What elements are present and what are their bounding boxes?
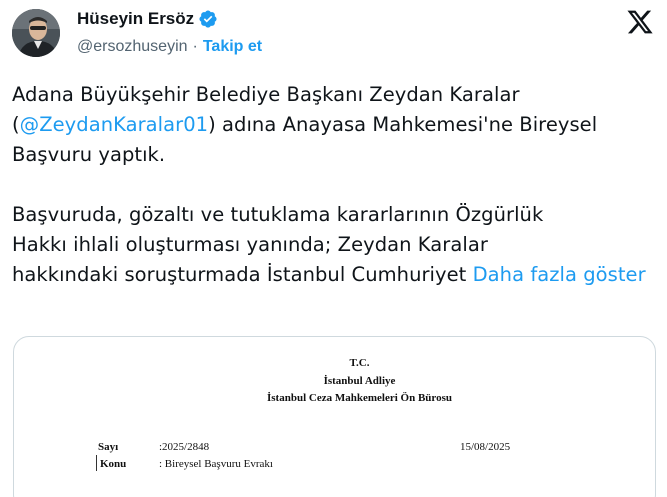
tweet-line: ) adına Anayasa Mahkemesi'ne Bireysel (208, 113, 598, 136)
tweet-line: Başvuruda, gözaltı ve tutuklama kararlar… (12, 203, 544, 226)
verified-badge-icon (199, 10, 217, 28)
avatar-photo (12, 9, 60, 57)
tweet-line: hakkındaki soruşturmada İstanbul Cumhuri… (12, 263, 473, 286)
author-handle[interactable]: @ersozhuseyin (77, 38, 188, 56)
tweet-line: Adana Büyükşehir Belediye Başkanı Zeydan… (12, 83, 520, 106)
doc-header-adliye: İstanbul Adliye (323, 375, 396, 387)
show-more-link[interactable]: Daha fazla göster (473, 263, 646, 286)
doc-sayi-label: Sayı (98, 441, 119, 453)
tweet-line: Başvuru yaptık. (12, 143, 166, 166)
mention-link[interactable]: @ZeydanKaralar01 (20, 113, 208, 136)
separator-dot: · (192, 38, 198, 55)
tweet-line: Hakkı ihlali oluşturması yanında; Zeydan… (12, 233, 488, 256)
avatar[interactable] (12, 9, 60, 57)
doc-konu-label: Konu (100, 458, 127, 470)
doc-sayi-value: :2025/2848 (159, 441, 210, 453)
follow-button[interactable]: Takip et (203, 38, 262, 56)
attached-image[interactable]: T.C. İstanbul Adliye İstanbul Ceza Mahke… (13, 336, 656, 497)
doc-margin-line (96, 455, 97, 471)
doc-header-tc: T.C. (349, 357, 370, 369)
author-name[interactable]: Hüseyin Ersöz (77, 9, 194, 29)
doc-header-buro: İstanbul Ceza Mahkemeleri Ön Bürosu (267, 392, 452, 404)
tweet-text: Adana Büyükşehir Belediye Başkanı Zeydan… (12, 80, 652, 290)
x-logo-icon[interactable] (624, 8, 656, 36)
tweet-paren: ( (12, 113, 20, 136)
doc-date: 15/08/2025 (460, 441, 511, 453)
doc-konu-value: : Bireysel Başvuru Evrakı (159, 458, 273, 470)
document-image: T.C. İstanbul Adliye İstanbul Ceza Mahke… (14, 337, 655, 497)
